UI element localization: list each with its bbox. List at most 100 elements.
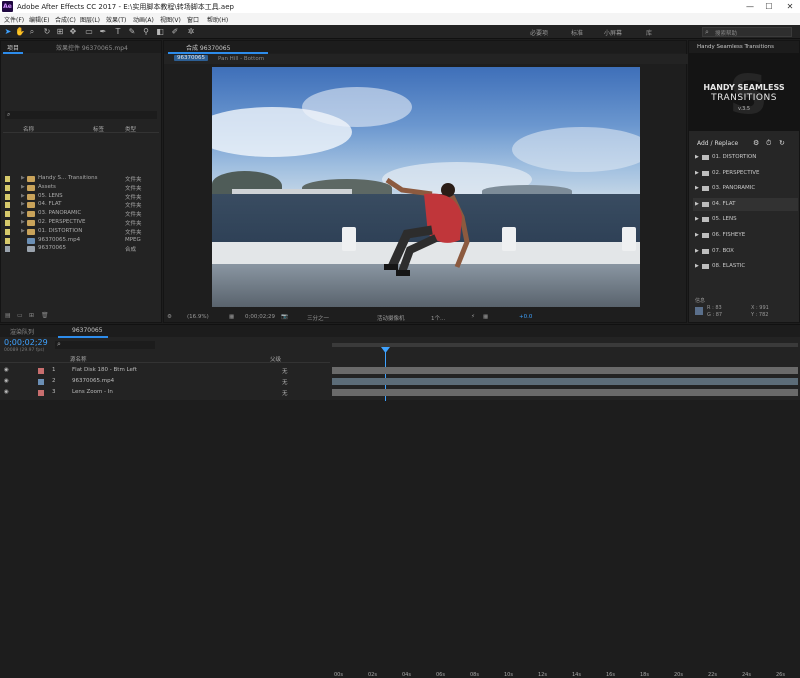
close-button[interactable]: ✕ xyxy=(783,1,797,12)
snapshot-icon[interactable]: 📷 xyxy=(281,314,288,320)
tab-project[interactable]: 项目 xyxy=(7,43,19,52)
pan-behind-tool-icon[interactable]: ✥ xyxy=(68,27,78,37)
project-item[interactable]: 96370065.mp4 MPEG xyxy=(3,237,153,245)
expand-triangle-icon[interactable]: ▶ xyxy=(21,210,25,216)
workspace-standard[interactable]: 标准 xyxy=(571,28,583,37)
expand-triangle-icon[interactable]: ▶ xyxy=(695,170,699,176)
project-item[interactable]: 96370065 合成 xyxy=(3,245,153,253)
transition-category[interactable]: ▶ 01. DISTORTION xyxy=(693,151,798,164)
expand-triangle-icon[interactable]: ▶ xyxy=(695,185,699,191)
menu-layer[interactable]: 图层(L) xyxy=(80,15,100,24)
playhead-handle-icon[interactable] xyxy=(381,347,390,353)
menu-view[interactable]: 视图(V) xyxy=(160,15,181,24)
layer-duration-bar[interactable] xyxy=(332,367,798,374)
transition-category[interactable]: ▶ 05. LENS xyxy=(693,213,798,226)
layer-label-color[interactable] xyxy=(38,390,44,396)
pen-tool-icon[interactable]: ✒ xyxy=(98,27,108,37)
add-replace-label[interactable]: Add / Replace xyxy=(697,140,738,147)
layer-breadcrumb[interactable]: Pan Hill - Bottom xyxy=(218,56,264,62)
visibility-eye-icon[interactable]: ◉ xyxy=(4,378,9,384)
maximize-button[interactable]: ☐ xyxy=(762,1,776,12)
rotate-tool-icon[interactable]: ↻ xyxy=(42,27,52,37)
project-item[interactable]: ▶ 01. DISTORTION 文件夹 xyxy=(3,228,153,236)
selection-tool-icon[interactable]: ➤ xyxy=(3,27,13,37)
expand-triangle-icon[interactable]: ▶ xyxy=(695,263,699,269)
camera-tool-icon[interactable]: ⊞ xyxy=(55,27,65,37)
settings-icon[interactable]: ⚙ xyxy=(753,139,759,147)
work-area-bar[interactable] xyxy=(332,343,798,347)
menu-edit[interactable]: 编辑(E) xyxy=(29,15,49,24)
resolution-select[interactable]: 三分之一 xyxy=(307,314,329,322)
visibility-eye-icon[interactable]: ◉ xyxy=(4,367,9,373)
parent-select[interactable]: 无 xyxy=(282,378,288,386)
project-item[interactable]: ▶ 02. PERSPECTIVE 文件夹 xyxy=(3,219,153,227)
roto-brush-tool-icon[interactable]: ✐ xyxy=(170,27,180,37)
layer-duration-bar[interactable] xyxy=(332,378,798,385)
label-color-swatch[interactable] xyxy=(5,184,10,191)
rectangle-tool-icon[interactable]: ▭ xyxy=(84,27,94,37)
puppet-tool-icon[interactable]: ✲ xyxy=(186,27,196,37)
expand-triangle-icon[interactable]: ▶ xyxy=(695,248,699,254)
transition-category[interactable]: ▶ 04. FLAT xyxy=(693,197,798,211)
label-color-swatch[interactable] xyxy=(5,202,10,209)
current-time-display[interactable]: 0;00;02;29 xyxy=(245,314,275,320)
expand-triangle-icon[interactable]: ▶ xyxy=(695,232,699,238)
column-source-name[interactable]: 源名称 xyxy=(70,355,87,363)
layer-search-input[interactable]: ⌕ xyxy=(55,340,155,349)
layer-label-color[interactable] xyxy=(38,379,44,385)
expand-triangle-icon[interactable]: ▶ xyxy=(21,184,25,190)
label-color-swatch[interactable] xyxy=(5,228,10,235)
menu-help[interactable]: 帮助(H) xyxy=(207,15,228,24)
project-item[interactable]: ▶ Assets 文件夹 xyxy=(3,184,153,192)
magnification-select[interactable]: (16.9%) xyxy=(187,314,209,320)
layer-row[interactable]: ◉ 3 Lens Zoom - In 无 xyxy=(0,389,330,397)
tab-timeline-comp[interactable]: 96370065 xyxy=(72,327,103,334)
label-color-swatch[interactable] xyxy=(5,211,10,218)
column-name[interactable]: 名称 xyxy=(23,125,34,133)
label-color-swatch[interactable] xyxy=(5,220,10,226)
label-color-swatch[interactable] xyxy=(5,237,10,244)
views-select[interactable]: 1个... xyxy=(431,314,445,322)
minimize-button[interactable]: — xyxy=(743,1,757,12)
expand-triangle-icon[interactable]: ▶ xyxy=(21,219,25,225)
transition-category[interactable]: ▶ 06. FISHEYE xyxy=(693,229,798,242)
brush-tool-icon[interactable]: ✎ xyxy=(127,27,137,37)
transparency-grid-icon[interactable]: ▦ xyxy=(229,314,234,320)
label-color-swatch[interactable] xyxy=(5,176,10,182)
tab-effect-controls[interactable]: 效果控件 96370065.mp4 xyxy=(56,43,128,52)
expand-triangle-icon[interactable]: ▶ xyxy=(695,154,699,160)
exposure-value[interactable]: +0.0 xyxy=(519,314,532,320)
zoom-tool-icon[interactable]: ⌕ xyxy=(27,27,37,37)
expand-triangle-icon[interactable]: ▶ xyxy=(695,216,699,222)
composition-viewer[interactable] xyxy=(212,67,640,307)
layer-duration-bar[interactable] xyxy=(332,389,798,396)
clone-stamp-tool-icon[interactable]: ⚲ xyxy=(141,27,151,37)
expand-triangle-icon[interactable]: ▶ xyxy=(21,193,25,199)
refresh-icon[interactable]: ↻ xyxy=(779,139,785,147)
parent-select[interactable]: 无 xyxy=(282,389,288,397)
menu-file[interactable]: 文件(F) xyxy=(4,15,24,24)
new-composition-icon[interactable]: ⊞ xyxy=(29,312,34,319)
hand-tool-icon[interactable]: ✋ xyxy=(15,27,25,37)
column-parent[interactable]: 父级 xyxy=(270,355,281,363)
expand-triangle-icon[interactable]: ▶ xyxy=(21,201,25,207)
expand-triangle-icon[interactable]: ▶ xyxy=(21,175,25,181)
transition-category[interactable]: ▶ 02. PERSPECTIVE xyxy=(693,167,798,180)
expand-triangle-icon[interactable]: ▶ xyxy=(695,201,699,207)
camera-select[interactable]: 活动摄像机 xyxy=(377,314,405,322)
column-type[interactable]: 类型 xyxy=(125,125,136,133)
tab-render-queue[interactable]: 渲染队列 xyxy=(10,327,34,336)
workspace-essentials[interactable]: 必要项 xyxy=(530,28,548,37)
layer-name[interactable]: 96370065.mp4 xyxy=(72,378,114,384)
label-color-swatch[interactable] xyxy=(5,193,10,200)
eraser-tool-icon[interactable]: ◧ xyxy=(155,27,165,37)
menu-composition[interactable]: 合成(C) xyxy=(55,15,76,24)
menu-animation[interactable]: 动画(A) xyxy=(133,15,154,24)
new-folder-icon[interactable]: ▭ xyxy=(17,312,23,319)
parent-select[interactable]: 无 xyxy=(282,367,288,375)
project-item[interactable]: ▶ Handy S... Transitions 文件夹 xyxy=(3,175,153,183)
project-item[interactable]: ▶ 05. LENS 文件夹 xyxy=(3,193,153,201)
expand-triangle-icon[interactable]: ▶ xyxy=(21,228,25,234)
label-color-swatch[interactable] xyxy=(5,246,10,253)
interpret-footage-icon[interactable]: ▤ xyxy=(5,312,11,319)
